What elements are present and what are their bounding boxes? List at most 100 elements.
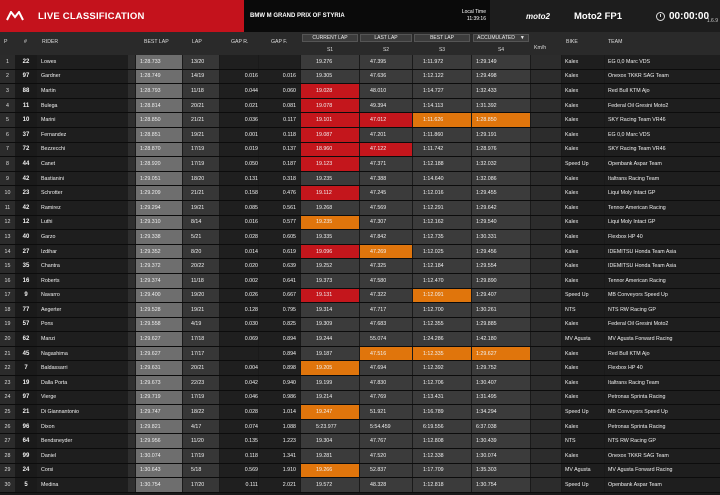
last-lap-button[interactable]: LAST LAP (360, 34, 412, 42)
sector-4-cell: 1:29.456 (472, 244, 530, 259)
bike-cell: MV Agusta (562, 463, 604, 478)
rider-color-strip (128, 230, 135, 244)
sector-4-cell: 1:30.407 (472, 376, 530, 390)
speed-cell (531, 84, 561, 98)
table-row[interactable]: 8 44 Canet 1:28.920 17/19 0.050 0.187 19.123 47.… (0, 157, 720, 172)
table-row[interactable]: 14 27 Izdihar 1:29.352 8/20 0.014 0.619 19.096 4… (0, 244, 720, 260)
gap-previous-cell: 0.021 (220, 98, 258, 113)
team-cell: EG 0,0 Marc VDS (605, 55, 720, 69)
sector-4-cell: 1:30.074 (472, 449, 530, 463)
table-row[interactable]: 3 88 Martin 1:28.793 11/18 0.044 0.060 19.028 48… (0, 84, 720, 99)
sector-4-cell: 1:31.392 (472, 98, 530, 113)
table-row[interactable]: 6 37 Fernandez 1:28.851 19/21 0.001 0.118 19.08… (0, 127, 720, 143)
table-row[interactable]: 17 9 Navarro 1:29.400 19/20 0.026 0.667 19.131 4… (0, 288, 720, 304)
rider-name-cell: Manzi (37, 332, 135, 346)
sector-1-cell: 19.187 (301, 346, 359, 361)
sector-3-cell: 1:14.640 (413, 171, 471, 186)
bike-cell: Speed Up (562, 405, 604, 419)
sector-3-cell: 1:13.431 (413, 390, 471, 405)
col-team[interactable]: TEAM (608, 39, 622, 45)
gap-previous-cell: 0.128 (220, 303, 258, 317)
gap-first-cell: 0.986 (259, 390, 300, 405)
rider-color-strip (128, 171, 135, 186)
sector-4-cell: 1:30.261 (472, 303, 530, 317)
table-row[interactable]: 21 45 Nagashima 1:29.627 17/17 0.894 19.187 47.… (0, 346, 720, 362)
best-lap-button[interactable]: BEST LAP (414, 34, 470, 42)
rider-number-cell: 9 (24, 292, 28, 299)
col-lap[interactable]: LAP (192, 39, 202, 45)
table-row[interactable]: 19 57 Pons 1:29.558 4/19 0.030 0.825 19.309 47.6… (0, 317, 720, 333)
gap-first-cell: 1.910 (259, 463, 300, 478)
lap-count-cell: 17/19 (183, 142, 219, 157)
table-row[interactable]: 1 22 Lowes 1:28.733 13/20 19.276 47.395 1:11.97… (0, 55, 720, 70)
best-lap-cell: 1:30.754 (136, 478, 182, 492)
speed-cell (531, 215, 561, 230)
gap-first-cell: 0.825 (259, 317, 300, 332)
table-row[interactable]: 26 96 Dixon 1:29.821 4/17 0.074 1.088 5:23.977 5… (0, 419, 720, 435)
table-row[interactable]: 20 62 Manzi 1:29.627 17/18 0.069 0.894 19.244 55… (0, 332, 720, 347)
table-row[interactable]: 16 16 Roberts 1:29.374 11/18 0.002 0.641 19.373… (0, 273, 720, 289)
col-bike[interactable]: BIKE (566, 39, 578, 45)
sector-1-cell: 19.028 (301, 84, 359, 98)
position-cell: 25 (0, 405, 15, 419)
table-row[interactable]: 27 64 Bendsneyder 1:29.956 11/20 0.135 1.223 19… (0, 434, 720, 450)
rider-name-cell: Bezzecchi (37, 142, 135, 157)
rider-number-cell: 37 (22, 131, 30, 138)
col-gap-f[interactable]: GAP F. (271, 39, 287, 45)
position-cell: 11 (0, 200, 15, 215)
gap-previous-cell: 0.026 (220, 288, 258, 303)
table-row[interactable]: 7 72 Bezzecchi 1:28.870 17/19 0.019 0.137 18.96… (0, 142, 720, 158)
rider-name-cell: Schrotter (37, 186, 135, 200)
col-kmh[interactable]: Km/h (534, 45, 546, 51)
best-lap-cell: 1:28.733 (136, 55, 182, 69)
bike-cell: NTS (562, 303, 604, 317)
table-row[interactable]: 30 5 Medina 1:30.754 17/20 0.111 2.021 19.572 48… (0, 478, 720, 493)
rider-number-cell: 97 (22, 73, 30, 80)
rider-color-strip (128, 405, 135, 419)
table-row[interactable]: 10 23 Schrotter 1:29.209 21/21 0.158 0.476 19.1… (0, 186, 720, 201)
team-cell: NTS RW Racing GP (605, 434, 720, 449)
table-row[interactable]: 13 40 Garzo 1:29.338 5/21 0.028 0.605 19.335 47.… (0, 230, 720, 245)
gap-first-cell: 0.318 (259, 171, 300, 186)
bike-cell: Kalex (562, 200, 604, 215)
rider-number-cell: 5 (24, 482, 28, 489)
table-row[interactable]: 2 97 Gardner 1:28.749 14/19 0.016 0.016 19.305 4… (0, 69, 720, 85)
table-row[interactable]: 18 77 Aegerter 1:29.528 19/21 0.128 0.795 19.31… (0, 303, 720, 318)
sector-3-cell: 1:12.355 (413, 317, 471, 332)
sector-1-cell: 19.096 (301, 244, 359, 259)
sector-4-cell: 1:29.890 (472, 273, 530, 288)
sector-2-cell: 55.074 (360, 332, 412, 346)
col-best-lap[interactable]: BEST LAP (144, 39, 169, 45)
table-row[interactable]: 15 35 Chantra 1:29.372 20/22 0.020 0.639 19.252… (0, 259, 720, 274)
table-row[interactable]: 29 24 Corsi 1:30.643 5/18 0.569 1.910 19.266 52.… (0, 463, 720, 479)
table-row[interactable]: 11 42 Ramirez 1:29.294 19/21 0.085 0.561 19.268… (0, 200, 720, 216)
gap-previous-cell (220, 346, 258, 361)
rider-name-cell: Vierge (37, 390, 135, 405)
sector-3-cell: 1:12.470 (413, 273, 471, 288)
table-row[interactable]: 24 97 Vierge 1:29.719 17/19 0.046 0.986 19.214 4… (0, 390, 720, 406)
sector-4-cell: 1:30.331 (472, 230, 530, 244)
table-row[interactable]: 9 42 Bastianini 1:29.051 18/20 0.131 0.318 19.2… (0, 171, 720, 187)
col-gap-r[interactable]: GAP R. (231, 39, 249, 45)
table-row[interactable]: 23 19 Dalla Porta 1:29.673 22/23 0.042 0.940 19… (0, 376, 720, 391)
speed-cell (531, 55, 561, 69)
rider-name-cell: Bastianini (37, 171, 135, 186)
col-rider[interactable]: RIDER (42, 39, 58, 45)
gap-previous-cell: 0.019 (220, 142, 258, 157)
table-row[interactable]: 12 12 Luthi 1:29.310 8/14 0.016 0.577 19.235 47.… (0, 215, 720, 231)
table-row[interactable]: 22 7 Baldassarri 1:29.631 20/21 0.004 0.898 19.… (0, 361, 720, 377)
table-row[interactable]: 25 21 Di Giannantonio 1:29.747 18/22 0.028 1.0… (0, 405, 720, 420)
table-row[interactable]: 28 99 Daniel 1:30.074 17/19 0.118 1.341 19.281 4… (0, 449, 720, 464)
live-timing-app: LIVE CLASSIFICATION BMW M GRAND PRIX OF … (0, 0, 720, 495)
sector-1-cell: 19.304 (301, 434, 359, 449)
table-row[interactable]: 5 10 Marini 1:28.850 21/21 0.036 0.117 19.101 47… (0, 113, 720, 128)
current-lap-button[interactable]: CURRENT LAP (302, 34, 358, 42)
rider-color-strip (128, 55, 135, 69)
rider-color-strip (128, 288, 135, 303)
position-cell: 8 (0, 157, 15, 171)
rider-name-cell: Martin (37, 84, 135, 98)
team-cell: MB Conveyors Speed Up (605, 288, 720, 303)
gap-first-cell: 0.641 (259, 273, 300, 288)
accumulated-dropdown[interactable]: ACCUMULATED ▼ (473, 34, 529, 42)
table-row[interactable]: 4 11 Bulega 1:28.814 20/21 0.021 0.081 19.078 49… (0, 98, 720, 114)
